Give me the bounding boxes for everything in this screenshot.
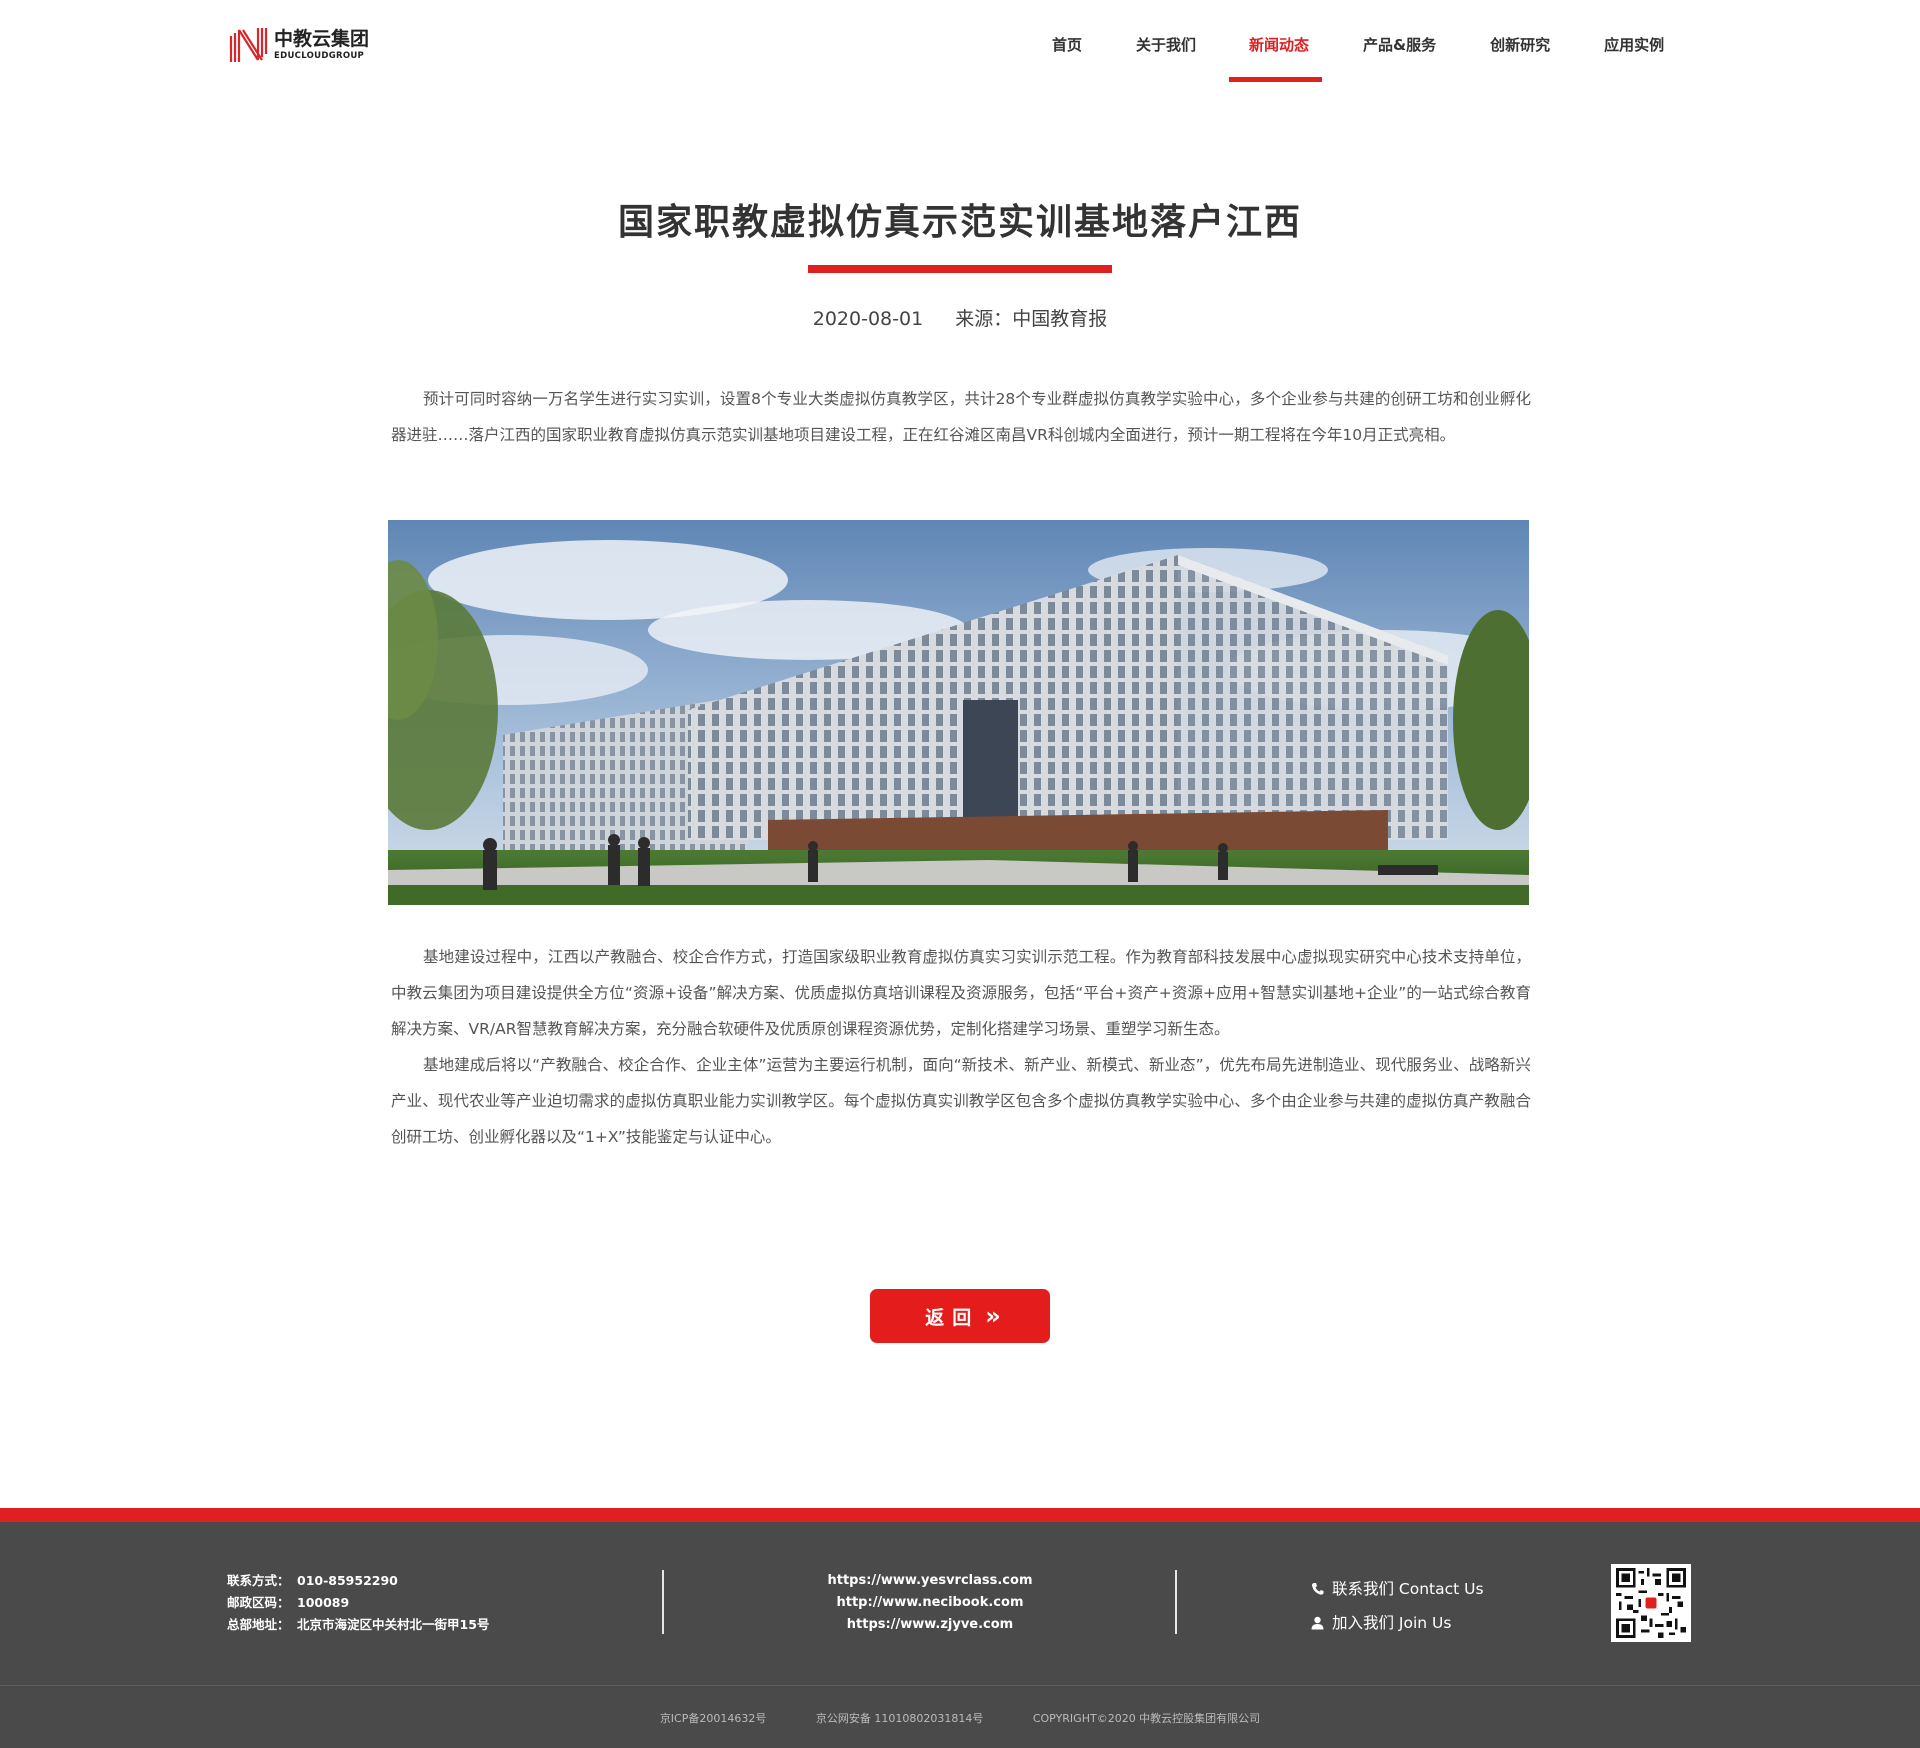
contact-us-label: 联系我们 Contact Us xyxy=(1332,1580,1484,1598)
back-button-label: 返回 xyxy=(925,1306,980,1329)
copyright-text: COPYRIGHT©2020 中教云控股集团有限公司 xyxy=(1032,1712,1261,1725)
footer-phone: 联系方式： 010-85952290 xyxy=(227,1573,398,1588)
article-date: 2020-08-01 xyxy=(812,308,924,330)
article-source: 来源：中国教育报 xyxy=(955,308,1108,330)
nav-item-news[interactable]: 新闻动态 xyxy=(1229,0,1323,85)
main-nav: 首页 关于我们 新闻动态 产品&服务 创新研究 应用实例 xyxy=(1030,0,1664,85)
footer-accent-stripe xyxy=(0,1508,1920,1522)
article-body-1: 基地建设过程中，江西以产教融合、校企合作方式，打造国家级职业教育虚拟仿真实习实训… xyxy=(391,948,1531,1038)
back-button[interactable]: 返回 » xyxy=(870,1289,1050,1343)
police-record[interactable]: 京公网安备 11010802031814号 xyxy=(816,1712,983,1725)
footer-link-yesvrclass[interactable]: https://www.yesvrclass.com xyxy=(730,1570,1130,1592)
article-image xyxy=(388,520,1529,905)
nav-item-home[interactable]: 首页 xyxy=(1052,0,1082,85)
footer-zip: 邮政区码： 100089 xyxy=(227,1595,350,1610)
user-icon xyxy=(1311,1616,1324,1630)
footer-actions: 联系我们 Contact Us 加入我们 Join Us xyxy=(1311,1572,1484,1640)
footer-divider xyxy=(662,1570,664,1634)
join-us-link[interactable]: 加入我们 Join Us xyxy=(1311,1606,1484,1640)
logo-text: 中教云集团 EDUCLOUDGROUP xyxy=(274,27,370,61)
qr-code-icon xyxy=(1611,1564,1691,1642)
footer-contact: 联系方式： 010-85952290 邮政区码： 100089 总部地址： 北京市海淀… xyxy=(227,1570,489,1636)
nav-item-research[interactable]: 创新研究 xyxy=(1490,0,1550,85)
site-header: 中教云集团 EDUCLOUDGROUP 首页 关于我们 新闻动态 产品&服务 创… xyxy=(0,0,1920,85)
contact-us-link[interactable]: 联系我们 Contact Us xyxy=(1311,1572,1484,1606)
title-underline xyxy=(808,265,1112,273)
brand-name-cn: 中教云集团 xyxy=(274,27,370,50)
article-title: 国家职教虚拟仿真示范实训基地落户江西 xyxy=(617,202,1302,243)
footer-copyright: 京ICP备20014632号 京公网安备 11010802031814号 COP… xyxy=(0,1710,1920,1726)
footer-link-necibook[interactable]: http://www.necibook.com xyxy=(730,1592,1130,1614)
brand-name-en: EDUCLOUDGROUP xyxy=(274,50,365,61)
article-body-2: 基地建成后将以“产教融合、校企合作、企业主体”运营为主要运行机制，面向“新技术、… xyxy=(391,1056,1531,1146)
site-footer: 联系方式： 010-85952290 邮政区码： 100089 总部地址： 北京市海淀… xyxy=(0,1522,1920,1748)
footer-separator xyxy=(0,1685,1920,1686)
footer-divider xyxy=(1175,1570,1177,1634)
footer-links: https://www.yesvrclass.com http://www.ne… xyxy=(730,1570,1130,1636)
article-meta: 2020-08-01 来源：中国教育报 xyxy=(0,304,1920,331)
nav-item-about[interactable]: 关于我们 xyxy=(1136,0,1196,85)
chevron-double-right-icon: » xyxy=(985,1302,1000,1330)
phone-icon xyxy=(1312,1583,1324,1595)
article-intro: 预计可同时容纳一万名学生进行实习实训，设置8个专业大类虚拟仿真教学区，共计28个… xyxy=(391,390,1531,444)
nav-item-products[interactable]: 产品&服务 xyxy=(1363,0,1436,85)
footer-address: 总部地址： 北京市海淀区中关村北一街甲15号 xyxy=(227,1617,490,1632)
join-us-label: 加入我们 Join Us xyxy=(1332,1614,1452,1632)
nav-item-cases[interactable]: 应用实例 xyxy=(1604,0,1664,85)
icp-number[interactable]: 京ICP备20014632号 xyxy=(660,1712,767,1725)
brand-logo[interactable]: 中教云集团 EDUCLOUDGROUP xyxy=(228,24,376,66)
logo-mark-icon xyxy=(229,28,268,62)
footer-link-zjyve[interactable]: https://www.zjyve.com xyxy=(730,1614,1130,1636)
